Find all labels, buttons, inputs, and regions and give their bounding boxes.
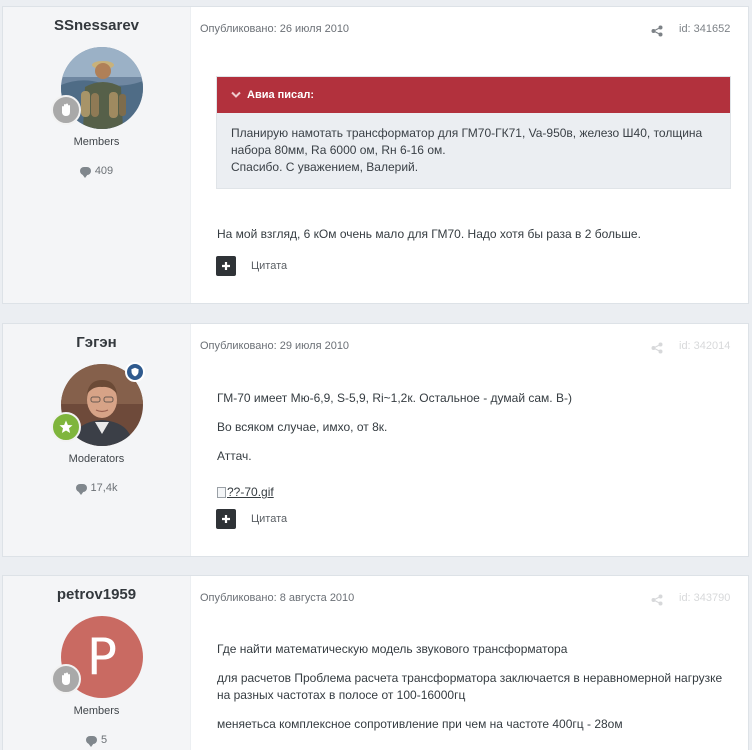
post-count: 409: [3, 165, 190, 178]
multiquote-button[interactable]: [216, 256, 236, 276]
post-id[interactable]: id: 342014: [679, 340, 730, 352]
post-paragraph: Во всяком случае, имхо, от 8к.: [217, 420, 388, 434]
quote-button[interactable]: Цитата: [251, 513, 287, 525]
author-panel: Гэгэн Moderators 17,4k: [3, 324, 191, 556]
post-id[interactable]: id: 341652: [679, 23, 730, 35]
broken-image-icon: [217, 486, 226, 498]
plus-icon: [222, 515, 230, 523]
author-name[interactable]: Гэгэн: [3, 334, 190, 351]
comment-bubble-icon: [79, 167, 91, 178]
post-paragraph: ГМ-70 имеет Мю-6,9, S-5,9, Ri~1,2к. Оста…: [217, 391, 572, 405]
author-name[interactable]: SSnessarev: [3, 17, 190, 34]
multiquote-button[interactable]: [216, 509, 236, 529]
comment-bubble-icon: [85, 736, 97, 747]
chevron-down-icon: [231, 91, 241, 98]
author-panel: petrov1959 P Members 5: [3, 576, 191, 750]
post-342014: Гэгэн Moderators 17,4k Опубликовано: 29 …: [2, 323, 749, 557]
quote-line: набора 80мм, Ra 6000 ом, Rн 6-16 ом.: [231, 143, 446, 157]
post-paragraph: На мой взгляд, 6 кОм очень мало для ГМ70…: [217, 227, 641, 241]
share-icon[interactable]: [651, 25, 663, 37]
post-paragraph: Где найти математическую модель звуковог…: [217, 642, 568, 656]
avatar-container: P: [51, 616, 143, 698]
post-count: 17,4k: [3, 482, 190, 495]
member-rank-badge: [51, 95, 81, 125]
attachment-name: ??-70.gif: [227, 485, 274, 499]
post-count-value: 17,4k: [90, 482, 118, 494]
hand-icon: [62, 672, 70, 685]
avatar-container: [51, 362, 145, 446]
post-count-value: 5: [100, 734, 108, 746]
post-date[interactable]: Опубликовано: 8 августа 2010: [200, 592, 354, 604]
comment-bubble-icon: [75, 484, 87, 495]
post-paragraph: меняетьса комплексное сопротивление при …: [217, 717, 623, 731]
avatar-letter: P: [86, 628, 118, 686]
blockquote: Авиа писал: Планирую намотать трансформа…: [216, 76, 731, 189]
quote-line: Планирую намотать трансформатор для ГМ70…: [231, 126, 703, 140]
quote-body: Планирую намотать трансформатор для ГМ70…: [217, 113, 730, 176]
post-341652: SSnessarev Members 409 Опубликовано: 26 …: [2, 6, 749, 304]
moderator-rank-badge: [51, 412, 81, 442]
post-paragraph: Аттач.: [217, 449, 252, 463]
author-group: Members: [73, 136, 120, 148]
post-date[interactable]: Опубликовано: 29 июля 2010: [200, 340, 349, 352]
post-paragraph: для расчетов Проблема расчета трансформа…: [217, 671, 723, 685]
post-id[interactable]: id: 343790: [679, 592, 730, 604]
author-name[interactable]: petrov1959: [3, 586, 190, 603]
post-count-value: 409: [94, 165, 114, 177]
quote-line: Спасибо. С уважением, Валерий.: [231, 160, 419, 174]
star-icon: [59, 420, 73, 433]
post-paragraph: на разных частотах в полосе от 100-16000…: [217, 688, 466, 702]
share-icon[interactable]: [651, 594, 663, 606]
author-group: Moderators: [68, 453, 125, 465]
attachment-link[interactable]: ??-70.gif: [217, 485, 274, 499]
author-panel: SSnessarev Members 409: [3, 7, 191, 303]
shield-icon: [131, 367, 139, 377]
author-group: Members: [73, 705, 120, 717]
member-rank-badge: [51, 664, 81, 694]
post-343790: petrov1959 P Members 5 Опубликовано: 8 а…: [2, 575, 749, 750]
quote-header[interactable]: Авиа писал:: [217, 77, 730, 113]
hand-icon: [62, 103, 70, 116]
quote-author: Авиа писал:: [247, 89, 315, 101]
quote-button[interactable]: Цитата: [251, 260, 287, 272]
moderator-shield-icon: [125, 362, 145, 382]
share-icon[interactable]: [651, 342, 663, 354]
plus-icon: [222, 262, 230, 270]
post-date[interactable]: Опубликовано: 26 июля 2010: [200, 23, 349, 35]
avatar-container: [51, 47, 143, 129]
post-count: 5: [3, 734, 190, 747]
